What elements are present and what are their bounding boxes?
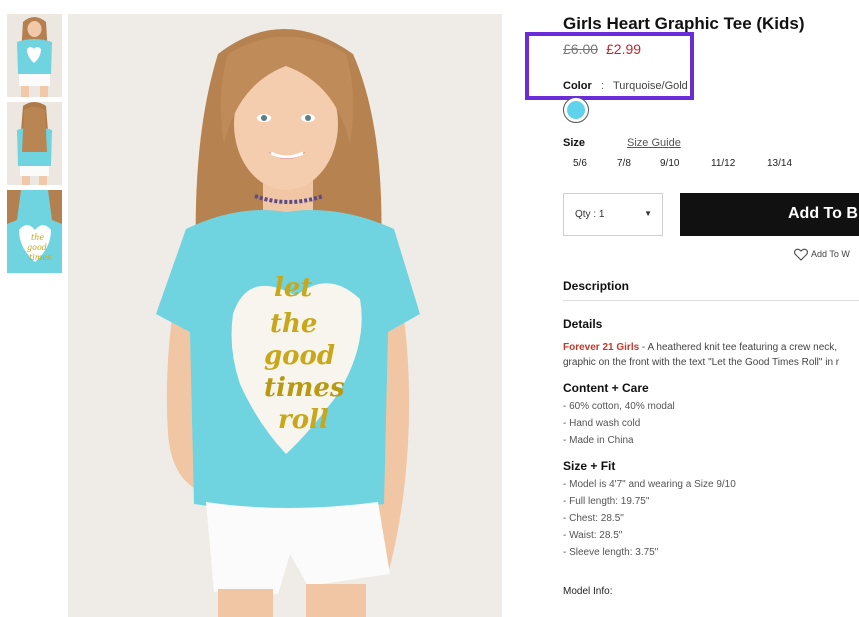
size-option-7-8[interactable]: 7/8 bbox=[617, 158, 631, 169]
svg-text:times: times bbox=[29, 253, 51, 262]
fit-item: - Waist: 28.5" bbox=[563, 530, 623, 541]
size-label: Size bbox=[563, 137, 586, 149]
color-label: Color bbox=[563, 80, 592, 92]
details-text: Forever 21 Girls - A heathered knit tee … bbox=[563, 340, 859, 370]
thumbnail-detail-image: the good times bbox=[7, 190, 62, 273]
shirt-text-the: the bbox=[270, 309, 317, 339]
care-item: - 60% cotton, 40% modal bbox=[563, 401, 675, 412]
quantity-value: Qty : 1 bbox=[575, 209, 605, 220]
content-care-title: Content + Care bbox=[563, 381, 649, 395]
product-photo: let the good times roll bbox=[68, 14, 502, 617]
add-to-wishlist-link[interactable]: Add To W bbox=[793, 248, 850, 261]
shirt-text-times: times bbox=[264, 373, 345, 403]
size-option-13-14[interactable]: 13/14 bbox=[767, 158, 792, 169]
add-to-bag-label: Add To B bbox=[788, 205, 858, 222]
color-value: Turquoise/Gold bbox=[613, 80, 688, 92]
product-title: Girls Heart Graphic Tee (Kids) bbox=[563, 14, 805, 33]
chevron-down-icon: ▼ bbox=[644, 209, 652, 218]
details-line-2: graphic on the front with the text "Let … bbox=[563, 357, 840, 368]
thumbnail-back[interactable] bbox=[7, 102, 62, 185]
divider bbox=[563, 300, 859, 301]
care-item: - Hand wash cold bbox=[563, 418, 641, 429]
svg-text:the: the bbox=[31, 233, 44, 242]
size-option-5-6[interactable]: 5/6 bbox=[573, 158, 587, 169]
description-header[interactable]: Description bbox=[563, 279, 629, 293]
heart-icon bbox=[793, 248, 809, 261]
add-to-bag-button[interactable]: Add To B bbox=[680, 193, 859, 236]
quantity-select[interactable]: Qty : 1 ▼ bbox=[563, 193, 663, 236]
fit-item: - Chest: 28.5" bbox=[563, 513, 624, 524]
details-line-1: - A heathered knit tee featuring a crew … bbox=[639, 342, 838, 353]
size-guide-link[interactable]: Size Guide bbox=[627, 137, 681, 149]
thumbnail-detail[interactable]: the good times bbox=[7, 190, 62, 273]
size-option-11-12[interactable]: 11/12 bbox=[711, 158, 735, 169]
fit-item: - Full length: 19.75" bbox=[563, 496, 650, 507]
shirt-text-let: let bbox=[274, 273, 312, 303]
fit-item: - Sleeve length: 3.75" bbox=[563, 547, 659, 558]
care-item: - Made in China bbox=[563, 435, 634, 446]
size-fit-title: Size + Fit bbox=[563, 459, 616, 473]
svg-text:good: good bbox=[27, 243, 47, 252]
shirt-text-good: good bbox=[264, 341, 335, 371]
thumbnail-back-image bbox=[7, 102, 62, 185]
thumbnail-front-image bbox=[7, 14, 62, 97]
thumbnail-front[interactable] bbox=[7, 14, 62, 97]
model-info-label: Model Info: bbox=[563, 586, 613, 597]
color-separator: : bbox=[601, 80, 605, 92]
fit-item: - Model is 4'7" and wearing a Size 9/10 bbox=[563, 479, 736, 490]
swatch-dot bbox=[567, 101, 585, 119]
details-title: Details bbox=[563, 317, 603, 331]
shirt-text-roll: roll bbox=[278, 405, 329, 435]
brand-link[interactable]: Forever 21 Girls bbox=[563, 342, 639, 353]
wishlist-label: Add To W bbox=[811, 248, 850, 259]
color-swatch-turquoise[interactable] bbox=[563, 97, 589, 123]
main-product-image[interactable]: let the good times roll bbox=[68, 14, 502, 617]
size-option-9-10[interactable]: 9/10 bbox=[660, 158, 679, 169]
